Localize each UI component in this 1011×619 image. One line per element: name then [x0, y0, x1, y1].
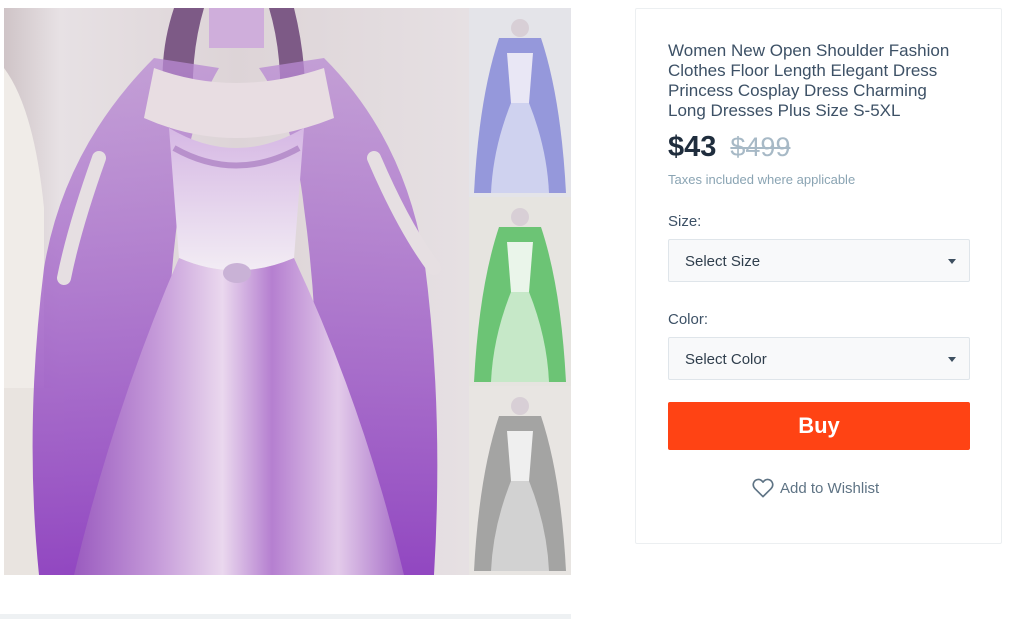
product-title: Women New Open Shoulder Fashion Clothes …: [668, 41, 950, 120]
heart-icon: [752, 478, 774, 498]
wishlist-label: Add to Wishlist: [780, 479, 880, 497]
color-select[interactable]: Select Color: [668, 337, 970, 380]
thumbnail-grey-dress[interactable]: [469, 386, 571, 575]
size-select[interactable]: Select Size: [668, 239, 970, 282]
tax-note: Taxes included where applicable: [668, 172, 856, 187]
blue-dress-image: [469, 8, 571, 197]
size-select-value: Select Size: [685, 253, 761, 270]
color-select-value: Select Color: [685, 351, 767, 368]
thumbnail-green-dress[interactable]: [469, 197, 571, 386]
purchase-panel: Women New Open Shoulder Fashion Clothes …: [635, 8, 1002, 544]
add-to-wishlist-link[interactable]: Add to Wishlist: [752, 478, 879, 498]
caret-down-icon: [948, 357, 956, 362]
current-price: $43: [668, 131, 717, 163]
section-divider: [0, 614, 571, 619]
main-product-image[interactable]: [4, 8, 469, 575]
grey-dress-image: [469, 386, 571, 575]
original-price: $499: [730, 132, 791, 162]
dress-illustration: [4, 8, 441, 575]
size-label: Size:: [668, 213, 702, 230]
thumbnail-blue-dress[interactable]: [469, 8, 571, 197]
green-dress-image: [469, 197, 571, 386]
buy-button[interactable]: Buy: [668, 402, 970, 450]
price-row: $43 $499: [668, 131, 790, 167]
caret-down-icon: [948, 259, 956, 264]
color-label: Color:: [668, 311, 709, 328]
